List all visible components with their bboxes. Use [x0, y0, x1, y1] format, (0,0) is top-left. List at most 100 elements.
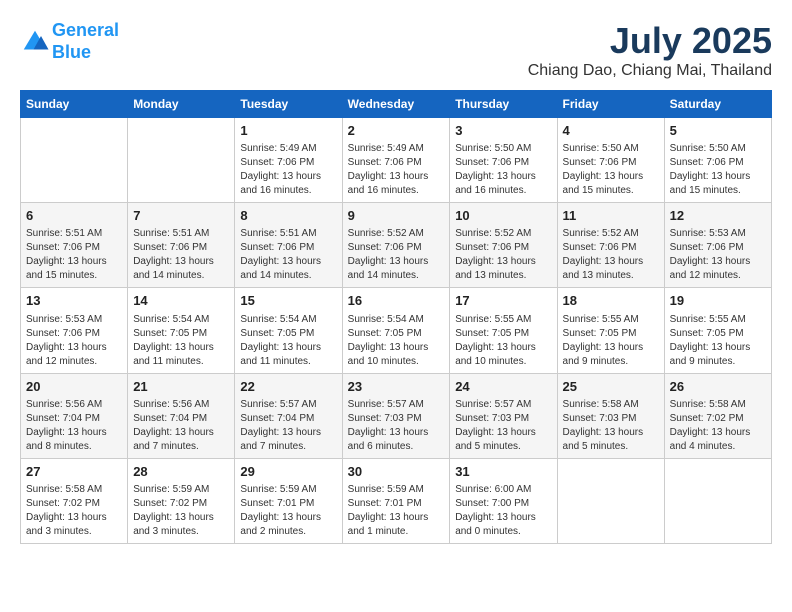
day-number: 21	[133, 378, 229, 396]
title-block: July 2025 Chiang Dao, Chiang Mai, Thaila…	[528, 20, 772, 80]
day-number: 4	[563, 122, 659, 140]
calendar-cell: 15 Sunrise: 5:54 AM Sunset: 7:05 PM Dayli…	[235, 288, 342, 373]
logo-text: General Blue	[52, 20, 119, 63]
cell-info: Sunrise: 5:56 AM Sunset: 7:04 PM Dayligh…	[133, 398, 229, 454]
day-number: 12	[670, 207, 766, 225]
day-number: 9	[348, 207, 445, 225]
calendar-cell: 26 Sunrise: 5:58 AM Sunset: 7:02 PM Dayli…	[664, 373, 771, 458]
calendar-cell: 2Sunrise: 5:49 AM Sunset: 7:06 PM Daylig…	[342, 118, 450, 203]
cell-info: Sunrise: 5:56 AM Sunset: 7:04 PM Dayligh…	[26, 398, 122, 454]
calendar-cell	[128, 118, 235, 203]
cell-info: Sunrise: 5:59 AM Sunset: 7:02 PM Dayligh…	[133, 483, 229, 539]
cell-info: Sunrise: 5:54 AM Sunset: 7:05 PM Dayligh…	[133, 313, 229, 369]
calendar-cell: 7Sunrise: 5:51 AM Sunset: 7:06 PM Daylig…	[128, 203, 235, 288]
day-header-friday: Friday	[557, 91, 664, 118]
calendar-cell: 3 Sunrise: 5:50 AM Sunset: 7:06 PM Daylig…	[450, 118, 557, 203]
calendar-cell: 23Sunrise: 5:57 AM Sunset: 7:03 PM Dayli…	[342, 373, 450, 458]
day-number: 8	[240, 207, 336, 225]
day-number: 6	[26, 207, 122, 225]
cell-info: Sunrise: 5:53 AM Sunset: 7:06 PM Dayligh…	[670, 227, 766, 283]
day-number: 23	[348, 378, 445, 396]
day-header-sunday: Sunday	[21, 91, 128, 118]
day-number: 5	[670, 122, 766, 140]
day-number: 1	[240, 122, 336, 140]
day-number: 19	[670, 292, 766, 310]
cell-info: Sunrise: 5:50 AM Sunset: 7:06 PM Dayligh…	[455, 142, 551, 198]
day-number: 18	[563, 292, 659, 310]
location-title: Chiang Dao, Chiang Mai, Thailand	[528, 62, 772, 80]
cell-info: Sunrise: 5:50 AM Sunset: 7:06 PM Dayligh…	[670, 142, 766, 198]
calendar-cell: 14 Sunrise: 5:54 AM Sunset: 7:05 PM Dayli…	[128, 288, 235, 373]
cell-info: Sunrise: 5:52 AM Sunset: 7:06 PM Dayligh…	[348, 227, 445, 283]
calendar-cell: 21 Sunrise: 5:56 AM Sunset: 7:04 PM Dayli…	[128, 373, 235, 458]
day-header-thursday: Thursday	[450, 91, 557, 118]
day-number: 17	[455, 292, 551, 310]
cell-info: Sunrise: 5:58 AM Sunset: 7:03 PM Dayligh…	[563, 398, 659, 454]
cell-info: Sunrise: 5:54 AM Sunset: 7:05 PM Dayligh…	[240, 313, 336, 369]
cell-info: Sunrise: 5:51 AM Sunset: 7:06 PM Dayligh…	[240, 227, 336, 283]
day-number: 31	[455, 463, 551, 481]
calendar-cell: 8 Sunrise: 5:51 AM Sunset: 7:06 PM Daylig…	[235, 203, 342, 288]
calendar-cell: 9 Sunrise: 5:52 AM Sunset: 7:06 PM Daylig…	[342, 203, 450, 288]
calendar-week-row: 6 Sunrise: 5:51 AM Sunset: 7:06 PM Daylig…	[21, 203, 772, 288]
day-number: 13	[26, 292, 122, 310]
day-header-tuesday: Tuesday	[235, 91, 342, 118]
calendar-week-row: 20 Sunrise: 5:56 AM Sunset: 7:04 PM Dayli…	[21, 373, 772, 458]
cell-info: Sunrise: 5:50 AM Sunset: 7:06 PM Dayligh…	[563, 142, 659, 198]
day-number: 10	[455, 207, 551, 225]
day-number: 28	[133, 463, 229, 481]
logo: General Blue	[20, 20, 119, 63]
cell-info: Sunrise: 5:51 AM Sunset: 7:06 PM Dayligh…	[26, 227, 122, 283]
cell-info: Sunrise: 6:00 AM Sunset: 7:00 PM Dayligh…	[455, 483, 551, 539]
day-number: 26	[670, 378, 766, 396]
day-number: 22	[240, 378, 336, 396]
calendar-cell: 22Sunrise: 5:57 AM Sunset: 7:04 PM Dayli…	[235, 373, 342, 458]
cell-info: Sunrise: 5:58 AM Sunset: 7:02 PM Dayligh…	[26, 483, 122, 539]
cell-info: Sunrise: 5:49 AM Sunset: 7:06 PM Dayligh…	[240, 142, 336, 198]
day-number: 3	[455, 122, 551, 140]
days-header-row: SundayMondayTuesdayWednesdayThursdayFrid…	[21, 91, 772, 118]
calendar-cell: 17Sunrise: 5:55 AM Sunset: 7:05 PM Dayli…	[450, 288, 557, 373]
calendar-table: SundayMondayTuesdayWednesdayThursdayFrid…	[20, 90, 772, 544]
day-number: 14	[133, 292, 229, 310]
day-header-monday: Monday	[128, 91, 235, 118]
day-number: 15	[240, 292, 336, 310]
calendar-cell: 4 Sunrise: 5:50 AM Sunset: 7:06 PM Daylig…	[557, 118, 664, 203]
calendar-week-row: 13Sunrise: 5:53 AM Sunset: 7:06 PM Dayli…	[21, 288, 772, 373]
calendar-cell: 28 Sunrise: 5:59 AM Sunset: 7:02 PM Dayli…	[128, 458, 235, 543]
cell-info: Sunrise: 5:52 AM Sunset: 7:06 PM Dayligh…	[455, 227, 551, 283]
day-number: 24	[455, 378, 551, 396]
logo-icon	[20, 27, 50, 57]
cell-info: Sunrise: 5:49 AM Sunset: 7:06 PM Dayligh…	[348, 142, 445, 198]
day-number: 7	[133, 207, 229, 225]
calendar-cell: 1 Sunrise: 5:49 AM Sunset: 7:06 PM Daylig…	[235, 118, 342, 203]
day-number: 20	[26, 378, 122, 396]
month-title: July 2025	[528, 20, 772, 62]
day-number: 30	[348, 463, 445, 481]
calendar-cell: 12 Sunrise: 5:53 AM Sunset: 7:06 PM Dayli…	[664, 203, 771, 288]
calendar-cell: 25Sunrise: 5:58 AM Sunset: 7:03 PM Dayli…	[557, 373, 664, 458]
day-header-wednesday: Wednesday	[342, 91, 450, 118]
cell-info: Sunrise: 5:55 AM Sunset: 7:05 PM Dayligh…	[670, 313, 766, 369]
day-number: 29	[240, 463, 336, 481]
calendar-cell: 6 Sunrise: 5:51 AM Sunset: 7:06 PM Daylig…	[21, 203, 128, 288]
calendar-cell: 11Sunrise: 5:52 AM Sunset: 7:06 PM Dayli…	[557, 203, 664, 288]
logo-line1: General	[52, 20, 119, 40]
day-number: 11	[563, 207, 659, 225]
calendar-week-row: 1 Sunrise: 5:49 AM Sunset: 7:06 PM Daylig…	[21, 118, 772, 203]
day-number: 27	[26, 463, 122, 481]
calendar-cell: 24Sunrise: 5:57 AM Sunset: 7:03 PM Dayli…	[450, 373, 557, 458]
calendar-cell: 20 Sunrise: 5:56 AM Sunset: 7:04 PM Dayli…	[21, 373, 128, 458]
calendar-cell: 31 Sunrise: 6:00 AM Sunset: 7:00 PM Dayli…	[450, 458, 557, 543]
cell-info: Sunrise: 5:59 AM Sunset: 7:01 PM Dayligh…	[348, 483, 445, 539]
calendar-cell: 18Sunrise: 5:55 AM Sunset: 7:05 PM Dayli…	[557, 288, 664, 373]
cell-info: Sunrise: 5:59 AM Sunset: 7:01 PM Dayligh…	[240, 483, 336, 539]
calendar-cell	[557, 458, 664, 543]
cell-info: Sunrise: 5:54 AM Sunset: 7:05 PM Dayligh…	[348, 313, 445, 369]
day-number: 16	[348, 292, 445, 310]
calendar-cell: 29 Sunrise: 5:59 AM Sunset: 7:01 PM Dayli…	[235, 458, 342, 543]
calendar-cell: 30 Sunrise: 5:59 AM Sunset: 7:01 PM Dayli…	[342, 458, 450, 543]
cell-info: Sunrise: 5:58 AM Sunset: 7:02 PM Dayligh…	[670, 398, 766, 454]
calendar-cell: 16 Sunrise: 5:54 AM Sunset: 7:05 PM Dayli…	[342, 288, 450, 373]
page-header: General Blue July 2025 Chiang Dao, Chian…	[20, 20, 772, 80]
